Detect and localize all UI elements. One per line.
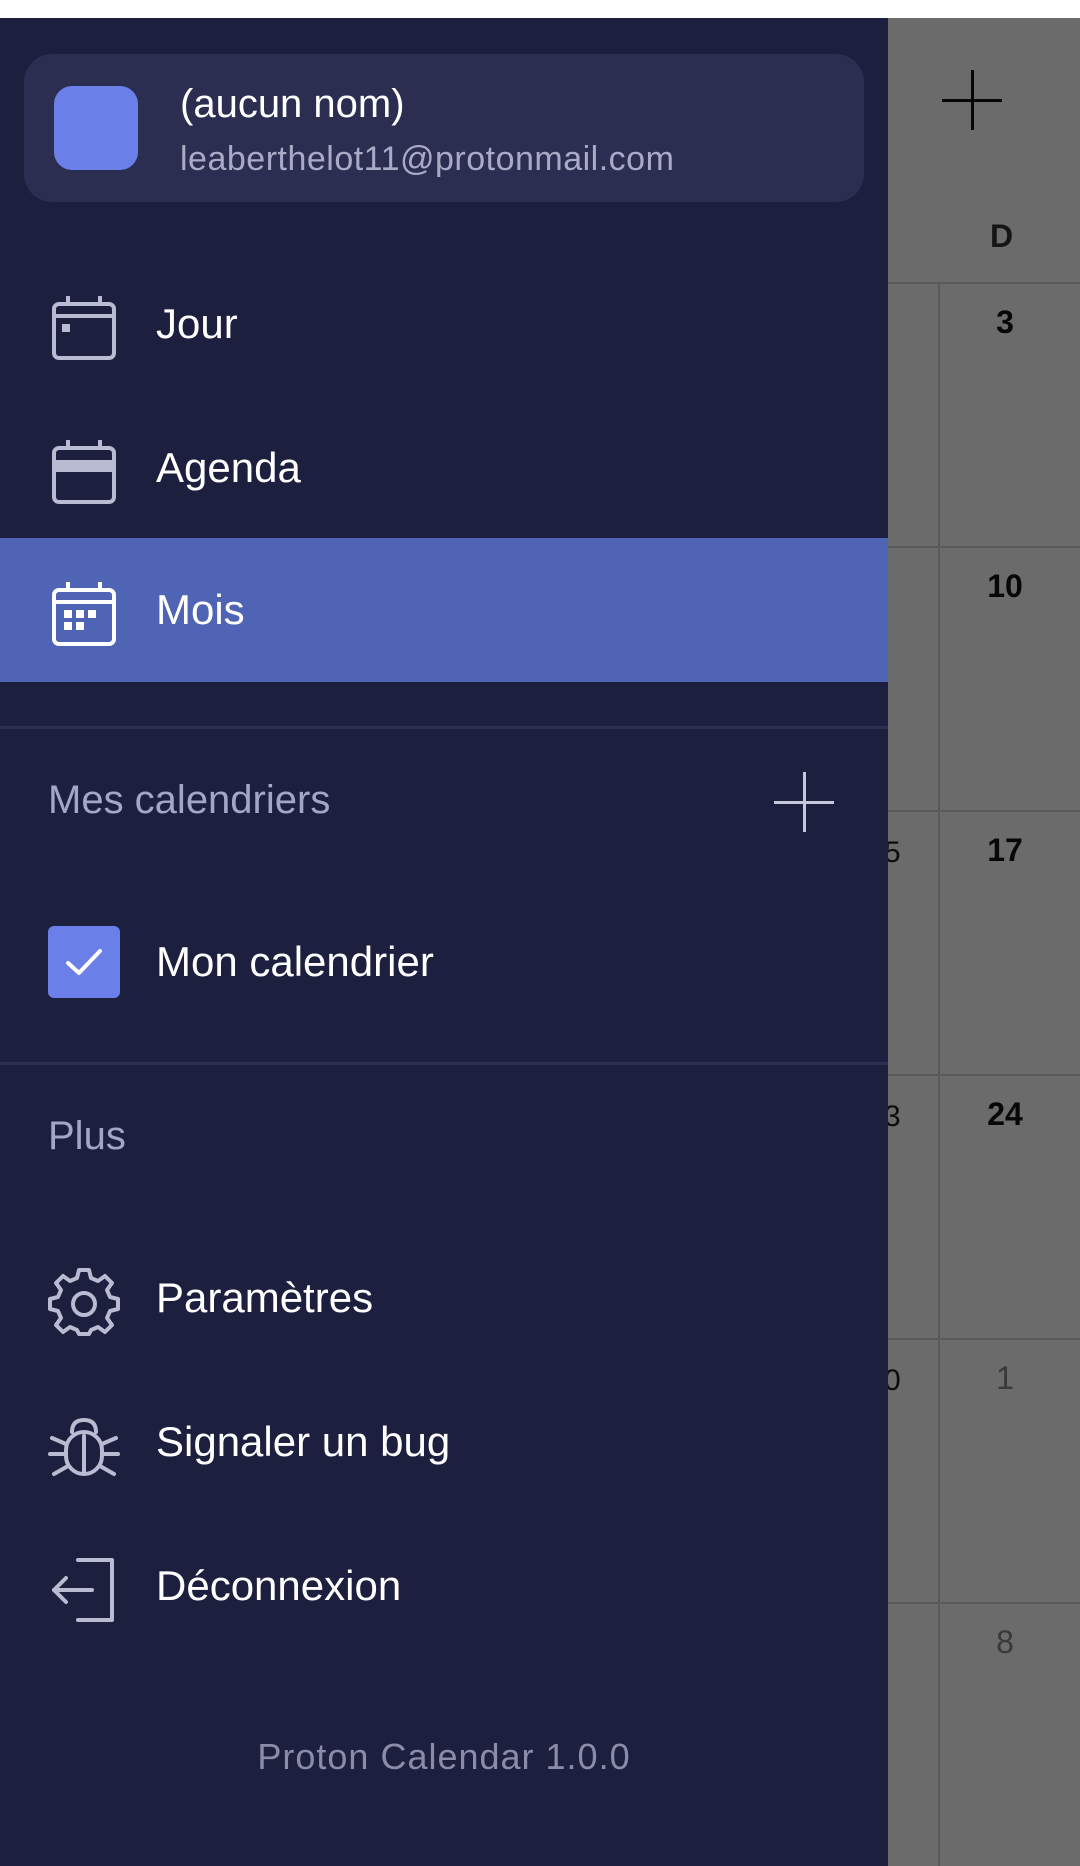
section-title-my-calendars: Mes calendriers — [48, 778, 331, 822]
nav-item-label: Signaler un bug — [156, 1418, 451, 1465]
calendar-item-label: Mon calendrier — [156, 938, 434, 985]
nav-item-settings[interactable]: Paramètres — [0, 1226, 888, 1370]
nav-item-label: Déconnexion — [156, 1562, 402, 1609]
app-version: Proton Calendar 1.0.0 — [257, 1736, 631, 1777]
nav-item-report-bug[interactable]: Signaler un bug — [0, 1370, 888, 1514]
nav-item-label: Agenda — [156, 444, 301, 491]
calendar-agenda-icon — [52, 440, 116, 504]
nav-item-day[interactable]: Jour — [0, 252, 888, 396]
calendar-item[interactable]: Mon calendrier — [0, 890, 888, 1034]
gear-icon — [48, 1268, 120, 1336]
bug-icon — [48, 1417, 120, 1476]
nav-item-month[interactable]: Mois — [0, 538, 888, 682]
add-calendar-button[interactable] — [772, 770, 836, 834]
nav-item-agenda[interactable]: Agenda — [0, 396, 888, 540]
check-icon — [66, 949, 102, 975]
divider — [0, 726, 888, 729]
app-screen: D 3 10 17 24 1 8 5 3 0 (aucun nom) leabe… — [0, 0, 1080, 1866]
navigation-drawer: (aucun nom) leaberthelot11@protonmail.co… — [0, 18, 888, 1866]
account-card[interactable]: (aucun nom) leaberthelot11@protonmail.co… — [24, 54, 864, 202]
calendar-day-icon — [52, 296, 116, 360]
calendar-month-icon — [52, 582, 116, 646]
nav-item-label: Paramètres — [156, 1274, 374, 1321]
section-title-more: Plus — [48, 1114, 126, 1158]
status-bar — [0, 0, 1080, 18]
calendar-checkbox[interactable] — [48, 926, 120, 998]
account-name: (aucun nom) — [180, 82, 405, 126]
logout-icon — [52, 1558, 114, 1622]
nav-item-logout[interactable]: Déconnexion — [0, 1514, 888, 1658]
divider — [0, 1062, 888, 1065]
account-email: leaberthelot11@protonmail.com — [180, 140, 675, 178]
avatar — [54, 86, 138, 170]
nav-item-label: Mois — [156, 586, 245, 633]
nav-item-label: Jour — [156, 300, 238, 347]
